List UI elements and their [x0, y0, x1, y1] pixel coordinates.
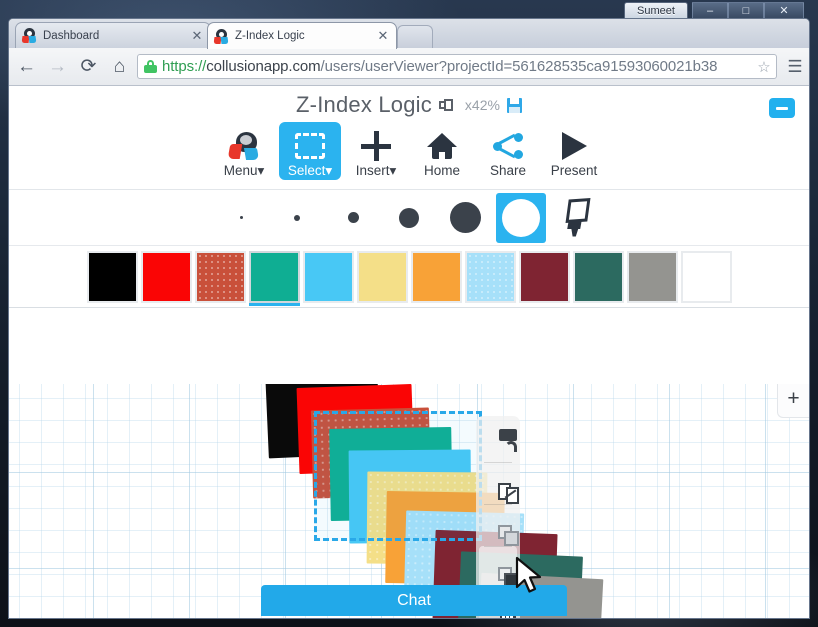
add-person-button[interactable]: +	[780, 384, 808, 414]
swatch-light-blue[interactable]	[464, 250, 516, 303]
browser-window: Dashboard ✕ Z-Index Logic ✕ ← → ⟳ ⌂ http…	[8, 18, 810, 619]
url-text: https://collusionapp.com/users/userViewe…	[162, 58, 756, 75]
plus-icon	[361, 129, 391, 163]
selection-box-icon	[295, 129, 325, 163]
swatch-maroon[interactable]	[518, 250, 570, 303]
back-icon[interactable]: ←	[13, 53, 40, 80]
brush-dot	[449, 202, 481, 233]
bookmark-star-icon[interactable]: ☆	[756, 58, 772, 76]
share-icon	[493, 129, 523, 163]
browser-tab-dashboard[interactable]: Dashboard ✕	[15, 22, 211, 48]
tool-label: Insert▾	[355, 163, 397, 178]
url-scheme: https://	[162, 58, 207, 75]
browser-tab-z-index-logic[interactable]: Z-Index Logic ✕	[207, 22, 397, 49]
forward-icon[interactable]: →	[44, 53, 71, 80]
tool-present[interactable]: Present	[543, 122, 605, 180]
tab-favicon	[213, 28, 229, 44]
chat-button[interactable]: Chat	[261, 585, 567, 616]
swatch-teal-green[interactable]	[248, 250, 300, 303]
lock-icon	[144, 60, 157, 73]
tool-label: Menu▾	[223, 163, 265, 178]
brush-highlighter[interactable]	[552, 193, 602, 243]
duplicate-icon[interactable]	[438, 98, 453, 112]
browser-navigation-bar: ← → ⟳ ⌂ https://collusionapp.com/users/u…	[9, 48, 809, 86]
tool-label: Present	[550, 163, 598, 178]
app-header: Z-Index Logic x42% Menu▾ Select▾ Insert▾…	[9, 86, 809, 190]
tool-label: Share	[489, 163, 527, 178]
brush-dot	[294, 214, 300, 221]
tab-favicon	[21, 28, 37, 43]
home-icon	[427, 129, 457, 163]
color-palette-bar	[9, 246, 809, 308]
swatch-pale-yellow[interactable]	[356, 250, 408, 303]
brush-dot	[502, 198, 540, 237]
page-title: Z-Index Logic	[296, 92, 432, 117]
swatch-dark-teal[interactable]	[572, 250, 624, 303]
swatch-sky-blue[interactable]	[302, 250, 354, 303]
zoom-level-label: x42%	[464, 97, 500, 113]
url-path: /users/userViewer?projectId=561628535ca9…	[320, 58, 718, 75]
texture-overlay	[466, 252, 514, 301]
context-menu-copy[interactable]	[479, 504, 519, 546]
swatch-black[interactable]	[86, 250, 138, 303]
tab-close-icon[interactable]: ✕	[376, 28, 390, 44]
tool-select[interactable]: Select▾	[279, 122, 341, 180]
url-bar[interactable]: https://collusionapp.com/users/userViewe…	[137, 54, 777, 79]
app-toolbar: Menu▾ Select▾ Insert▾ Home Share Present	[9, 122, 809, 186]
brush-size-bar	[9, 190, 809, 246]
selection-marquee[interactable]	[314, 411, 482, 541]
brush-size-1[interactable]	[216, 193, 266, 243]
brush-dot	[399, 207, 419, 228]
swatch-grey[interactable]	[626, 250, 678, 303]
collusion-app: Z-Index Logic x42% Menu▾ Select▾ Insert▾…	[9, 86, 809, 618]
brush-size-3[interactable]	[328, 193, 378, 243]
new-tab-button[interactable]	[397, 25, 433, 48]
reload-icon[interactable]: ⟳	[75, 53, 102, 80]
context-menu-paste[interactable]	[479, 546, 519, 588]
marker-icon	[562, 197, 592, 237]
home-icon[interactable]: ⌂	[106, 53, 133, 80]
tool-label: Home	[423, 163, 460, 178]
brush-size-2[interactable]	[272, 193, 322, 243]
tab-close-icon[interactable]: ✕	[190, 28, 204, 44]
browser-menu-icon[interactable]: ☰	[784, 57, 806, 77]
brush-size-4[interactable]	[384, 193, 434, 243]
collapse-toolbar-button[interactable]	[769, 98, 795, 118]
collaborators-rail: 11+	[777, 384, 809, 418]
tool-menu[interactable]: Menu▾	[213, 122, 275, 180]
tool-label: Select▾	[287, 163, 333, 178]
play-icon	[561, 129, 587, 163]
tool-share[interactable]: Share	[477, 122, 539, 180]
tool-home[interactable]: Home	[411, 122, 473, 180]
brush-size-5[interactable]	[440, 193, 490, 243]
project-title-row: Z-Index Logic x42%	[9, 92, 809, 118]
tool-insert[interactable]: Insert▾	[345, 122, 407, 180]
url-host: collusionapp.com	[206, 58, 321, 75]
drawing-canvas[interactable]: Chat 11+	[9, 384, 809, 618]
brush-dot	[347, 212, 359, 223]
brush-dot	[239, 216, 243, 219]
swatch-brick[interactable]	[194, 250, 246, 303]
browser-tab-strip: Dashboard ✕ Z-Index Logic ✕	[9, 19, 809, 49]
swatch-orange[interactable]	[410, 250, 462, 303]
brain-icon	[227, 129, 260, 163]
tab-title: Dashboard	[43, 29, 100, 42]
context-menu-flip-page[interactable]	[479, 462, 519, 504]
swatch-red[interactable]	[140, 250, 192, 303]
texture-overlay	[196, 252, 244, 301]
tab-title: Z-Index Logic	[235, 30, 305, 42]
swatch-white[interactable]	[680, 250, 732, 303]
save-icon[interactable]	[506, 97, 522, 113]
brush-size-6[interactable]	[496, 192, 546, 243]
context-menu-unlock[interactable]	[479, 420, 517, 462]
